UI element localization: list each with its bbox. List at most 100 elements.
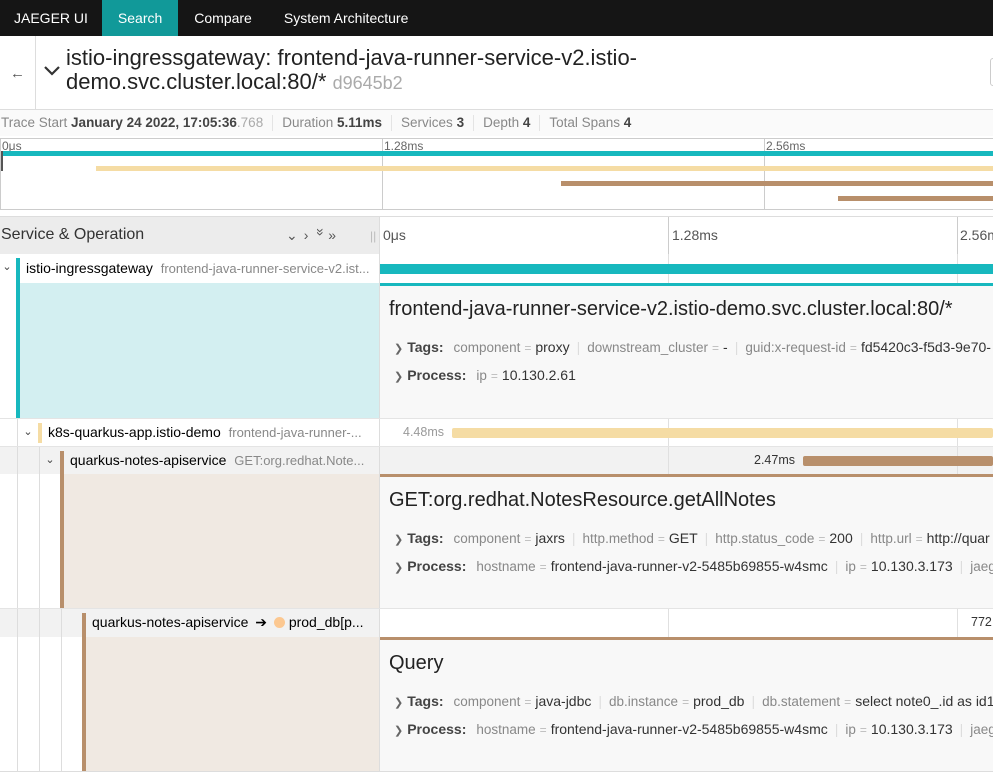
span-row[interactable]: quarkus-notes-apiservice ➔ prod_db[p... … — [0, 608, 993, 637]
span-row[interactable]: ⌄ k8s-quarkus-app.istio-demo frontend-ja… — [0, 418, 993, 446]
services-count: Services 3 — [400, 115, 475, 131]
timeline-tick: 2.56m — [960, 227, 993, 243]
tag-key: http.status_code — [715, 531, 815, 546]
services-value: 3 — [456, 115, 465, 130]
expand-all-icon[interactable]: » — [328, 227, 342, 243]
process-row[interactable]: ❯ Process: hostname = frontend-java-runner-v… — [394, 721, 993, 737]
process-key: hostname — [476, 722, 536, 737]
tags-row[interactable]: ❯ Tags: component = java-jdbc | db.instance = pr… — [394, 693, 993, 709]
total-spans-label: Total Spans — [549, 115, 620, 130]
span-duration-bar[interactable] — [803, 456, 993, 466]
timeline-gridline — [957, 609, 958, 637]
span-detail: Query ❯ Tags: component = java-jdbc | db.insta… — [0, 637, 993, 771]
process-key: jaeg — [970, 559, 993, 574]
span-timeline[interactable]: 772 — [380, 609, 993, 637]
top-nav: JAEGER UI Search Compare System Architec… — [0, 0, 993, 36]
tag-value: 200 — [829, 530, 853, 546]
process-key: ip — [845, 722, 856, 737]
span-detail-title: Query — [389, 652, 444, 674]
process-key: ip — [845, 559, 856, 574]
span-row[interactable]: ⌄ quarkus-notes-apiservice GET:org.redha… — [0, 446, 993, 474]
service-color-bar — [16, 258, 20, 283]
span-name-cell[interactable]: quarkus-notes-apiservice ➔ prod_db[p... — [0, 609, 380, 637]
span-name-cell[interactable]: ⌄ k8s-quarkus-app.istio-demo frontend-ja… — [0, 419, 380, 446]
tree-lane — [39, 609, 40, 637]
span-row[interactable]: ⌄ istio-ingressgateway frontend-java-run… — [0, 254, 993, 283]
tag-value: GET — [668, 530, 698, 546]
depth-value: 4 — [522, 115, 531, 130]
tag-key: db.statement — [762, 694, 841, 709]
trace-minimap[interactable]: 0μs 1.28ms 2.56ms — [0, 138, 993, 210]
process-value: frontend-java-runner-v2-5485b69855-w4smc — [550, 721, 828, 737]
span-timeline[interactable]: 2.47ms — [380, 447, 993, 474]
span-duration-label: 2.47ms — [754, 453, 795, 467]
tree-lane — [17, 447, 18, 474]
span-operation-name: frontend-java-runner-service-v2.ist... — [160, 261, 370, 276]
chevron-right-icon[interactable]: ❯ — [394, 371, 403, 383]
arrow-right-icon: ➔ — [255, 614, 268, 630]
span-service-name: k8s-quarkus-app.istio-demo — [48, 424, 221, 440]
brand-logo[interactable]: JAEGER UI — [0, 0, 102, 36]
chevron-right-icon[interactable]: ❯ — [394, 534, 403, 546]
tree-lane — [17, 637, 18, 771]
tag-value: - — [723, 339, 728, 355]
tag-key: guid:x-request-id — [745, 340, 846, 355]
span-name-cell[interactable]: ⌄ quarkus-notes-apiservice GET:org.redha… — [0, 447, 380, 474]
span-duration-bar[interactable] — [452, 428, 993, 438]
span-detail-gutter — [0, 474, 380, 608]
trace-id: d9645b2 — [332, 73, 403, 93]
tree-lane — [39, 637, 40, 771]
process-value: 10.130.2.61 — [501, 367, 576, 383]
process-value: frontend-java-runner-v2-5485b69855-w4smc — [550, 558, 828, 574]
process-value: 10.130.3.173 — [870, 558, 953, 574]
chevron-right-icon[interactable]: ❯ — [394, 562, 403, 574]
process-label: Process: — [407, 367, 467, 383]
back-button[interactable]: ← — [0, 36, 36, 110]
span-detail-title: frontend-java-runner-service-v2.istio-de… — [389, 298, 953, 320]
chevron-right-icon[interactable]: ❯ — [394, 697, 403, 709]
span-operation-name: frontend-java-runner-... — [228, 425, 362, 440]
process-row[interactable]: ❯ Process: hostname = frontend-java-runner-v… — [394, 558, 993, 574]
span-detail-title: GET:org.redhat.NotesResource.getAllNotes — [389, 489, 776, 511]
chevron-right-icon[interactable]: ❯ — [394, 725, 403, 737]
collapse-controls: ⌄›»» — [286, 227, 342, 244]
tags-row[interactable]: ❯ Tags: component = proxy | downstream_cluster… — [394, 339, 991, 355]
trace-start-date: January 24 2022, 17:05:36 — [71, 115, 237, 130]
span-duration-bar[interactable] — [380, 264, 993, 274]
tree-lane — [39, 474, 40, 608]
tags-row[interactable]: ❯ Tags: component = jaxrs | http.method = GET | ht… — [394, 530, 990, 546]
span-duration-label: 4.48ms — [403, 425, 444, 439]
chevron-right-icon[interactable]: ❯ — [394, 343, 403, 355]
arrow-left-icon: ← — [10, 64, 25, 82]
minimap-handle[interactable] — [1, 151, 3, 171]
chevron-down-icon[interactable]: ⌄ — [44, 453, 56, 466]
service-color-bar — [60, 451, 64, 474]
timeline-ticks: 0μs 1.28ms 2.56m — [380, 217, 993, 254]
chevron-down-icon[interactable]: ⌄ — [1, 260, 13, 273]
tag-key: http.url — [870, 531, 912, 546]
span-service-name: quarkus-notes-apiservice — [70, 452, 227, 468]
duration: Duration 5.11ms — [281, 115, 393, 131]
depth: Depth 4 — [482, 115, 541, 131]
span-name-cell[interactable]: ⌄ istio-ingressgateway frontend-java-run… — [0, 254, 380, 283]
column-resizer[interactable]: || — [370, 229, 376, 243]
collapse-all-icon[interactable]: » — [313, 228, 329, 242]
chevron-down-icon[interactable]: ⌄ — [22, 425, 34, 438]
process-row[interactable]: ❯ Process: ip = 10.130.2.61 — [394, 367, 576, 383]
tree-lane — [39, 447, 40, 474]
span-timeline[interactable] — [380, 254, 993, 283]
nav-search[interactable]: Search — [101, 0, 179, 36]
collapse-one-icon[interactable]: ⌄ — [286, 227, 304, 243]
span-detail: GET:org.redhat.NotesResource.getAllNotes… — [0, 474, 993, 608]
span-operation-name: GET:org.redhat.Note... — [234, 453, 365, 468]
process-label: Process: — [407, 558, 467, 574]
process-key: jaeg — [970, 722, 993, 737]
span-detail-gutter — [0, 637, 380, 771]
span-timeline[interactable]: 4.48ms — [380, 419, 993, 446]
chevron-down-icon[interactable] — [42, 60, 62, 80]
nav-system-architecture[interactable]: System Architecture — [268, 0, 425, 36]
trace-header: ← istio-ingressgateway: frontend-java-ru… — [0, 36, 993, 110]
depth-label: Depth — [483, 115, 520, 130]
nav-compare[interactable]: Compare — [178, 0, 268, 36]
timeline-gridline — [957, 217, 958, 254]
